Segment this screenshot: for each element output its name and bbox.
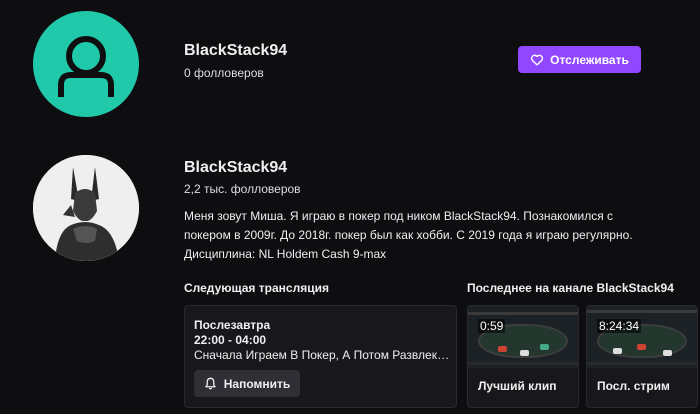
- video-label: Посл. стрим: [597, 379, 670, 393]
- next-stream-heading: Следующая трансляция: [184, 281, 329, 295]
- follower-count-detail: 2,2 тыс. фолловеров: [184, 182, 301, 196]
- heart-icon: [531, 54, 544, 66]
- schedule-time: 22:00 - 04:00: [194, 333, 267, 347]
- video-duration: 8:24:34: [597, 319, 642, 333]
- video-label: Лучший клип: [478, 379, 557, 393]
- video-card-clip[interactable]: 0:59 Лучший клип: [467, 305, 579, 408]
- schedule-card: Послезавтра 22:00 - 04:00 Сначала Играем…: [184, 305, 457, 408]
- anubis-avatar-image: [33, 155, 139, 261]
- channel-avatar[interactable]: [33, 155, 139, 261]
- user-icon: [58, 36, 114, 97]
- remind-button-label: Напомнить: [223, 376, 291, 391]
- follow-button[interactable]: Отслеживать: [518, 46, 641, 73]
- schedule-stream-title: Сначала Играем В Покер, А Потом Развлека…: [194, 348, 454, 362]
- channel-name-detail[interactable]: BlackStack94: [184, 159, 287, 177]
- follower-count: 0 фолловеров: [184, 66, 264, 80]
- video-thumbnail: [587, 306, 697, 368]
- schedule-day: Послезавтра: [194, 318, 271, 332]
- channel-name[interactable]: BlackStack94: [184, 42, 287, 60]
- bell-icon: [205, 377, 216, 390]
- default-avatar[interactable]: [33, 11, 139, 117]
- remind-button[interactable]: Напомнить: [194, 370, 300, 397]
- video-duration: 0:59: [478, 319, 506, 333]
- channel-bio: Меня зовут Миша. Я играю в покер под ник…: [184, 209, 633, 261]
- follow-button-label: Отслеживать: [550, 52, 629, 67]
- video-card-stream[interactable]: 8:24:34 Посл. стрим: [586, 305, 698, 408]
- video-thumbnail: [468, 306, 578, 368]
- recent-content-heading: Последнее на канале BlackStack94: [467, 281, 674, 295]
